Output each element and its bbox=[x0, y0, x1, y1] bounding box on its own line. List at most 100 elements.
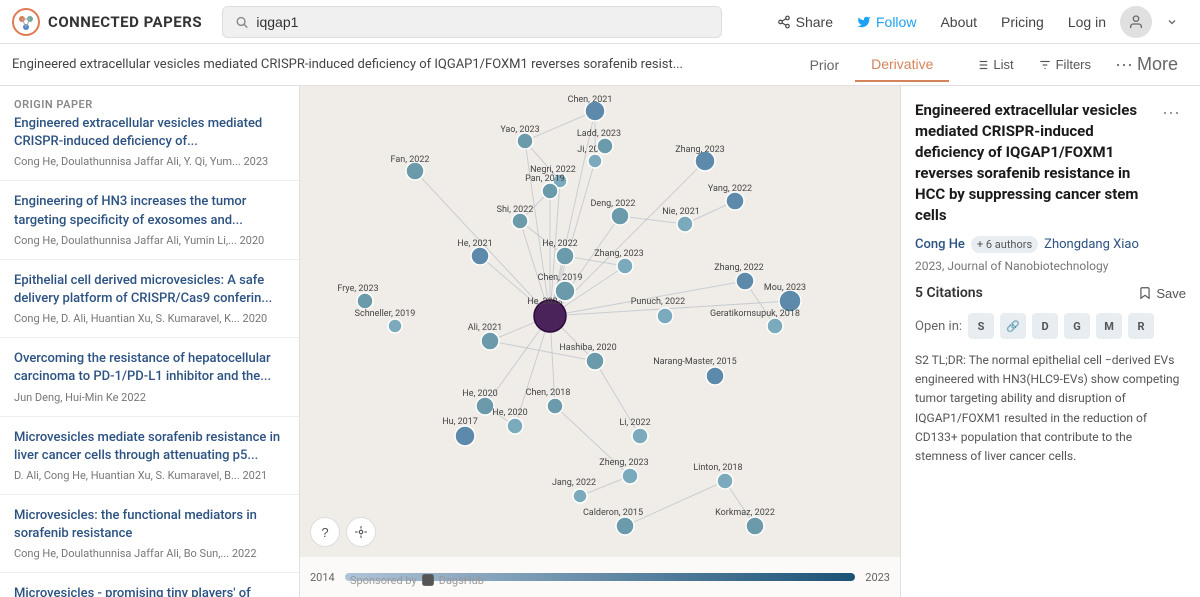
graph-controls: ? bbox=[310, 517, 376, 547]
login-button[interactable]: Log in bbox=[1058, 9, 1116, 35]
graph-node-label: Deng, 2022 bbox=[591, 199, 636, 209]
list-item[interactable]: Microvesicles - promising tiny players' … bbox=[0, 573, 299, 597]
sponsored-text: Sponsored by bbox=[350, 574, 417, 587]
graph-node[interactable]: Shi, 2022 bbox=[497, 205, 534, 229]
graph-node[interactable]: He, 2023 bbox=[527, 297, 566, 332]
graph-node[interactable]: Narang-Master, 2015 bbox=[653, 357, 736, 385]
graph-node-label: Chen, 2019 bbox=[538, 273, 583, 283]
paper-detail-title: Engineered extracellular vesicles mediat… bbox=[915, 100, 1156, 226]
search-input[interactable] bbox=[256, 14, 709, 30]
graph-node-label: Korkmaz, 2022 bbox=[715, 508, 775, 518]
share-button[interactable]: Share bbox=[767, 9, 843, 35]
about-label: About bbox=[940, 14, 977, 30]
graph-node[interactable]: Yang, 2022 bbox=[708, 184, 752, 210]
tab-derivative[interactable]: Derivative bbox=[855, 48, 949, 82]
paper-authors: D. Ali, Cong He, Huantian Xu, S. Kumarav… bbox=[14, 469, 285, 482]
list-label: List bbox=[993, 57, 1013, 72]
graph-node[interactable]: Deng, 2022 bbox=[591, 199, 636, 225]
open-in-semantic-scholar[interactable]: S bbox=[968, 313, 994, 339]
user-avatar-button[interactable] bbox=[1120, 6, 1152, 38]
graph-node-label: Chen, 2018 bbox=[526, 388, 571, 398]
locate-icon bbox=[354, 525, 368, 539]
follow-label: Follow bbox=[876, 14, 916, 30]
graph-node[interactable]: He, 2022 bbox=[542, 239, 577, 265]
graph-node[interactable]: Korkmaz, 2022 bbox=[715, 508, 775, 535]
locate-button[interactable] bbox=[346, 517, 376, 547]
list-item[interactable]: Epithelial cell derived microvesicles: A… bbox=[0, 260, 299, 338]
center-panel[interactable]: He, 2023Chen, 2021Yao, 2023Ji, 2023Fan, … bbox=[300, 86, 900, 597]
filters-icon bbox=[1038, 58, 1052, 72]
open-in-google-scholar[interactable]: G bbox=[1064, 313, 1090, 339]
graph-node[interactable]: Zhang, 2023 bbox=[675, 145, 725, 171]
list-item[interactable]: Engineering of HN3 increases the tumor t… bbox=[0, 181, 299, 259]
open-in-doi[interactable]: D bbox=[1032, 313, 1058, 339]
list-button[interactable]: List bbox=[965, 51, 1023, 78]
graph-node[interactable]: Fan, 2022 bbox=[391, 155, 430, 180]
pricing-label: Pricing bbox=[1001, 14, 1044, 30]
about-button[interactable]: About bbox=[930, 9, 987, 35]
user-menu-chevron[interactable] bbox=[1156, 11, 1188, 33]
graph-node[interactable]: Mou, 2023 bbox=[764, 283, 806, 312]
graph-node-label: Jang, 2022 bbox=[552, 478, 596, 488]
more-button[interactable]: ··· More bbox=[1105, 48, 1188, 81]
paper-year: 2023 bbox=[915, 259, 942, 273]
graph-area[interactable]: He, 2023Chen, 2021Yao, 2023Ji, 2023Fan, … bbox=[300, 86, 900, 597]
follow-button[interactable]: Follow bbox=[847, 9, 926, 35]
save-button[interactable]: Save bbox=[1138, 286, 1186, 301]
search-bar[interactable] bbox=[222, 6, 722, 38]
toolbar-buttons: List Filters ··· More bbox=[965, 48, 1188, 81]
graph-node-label: Punuch, 2022 bbox=[631, 297, 685, 307]
graph-node-label: Zhang, 2023 bbox=[594, 249, 644, 259]
graph-node[interactable]: Hu, 2017 bbox=[442, 417, 478, 446]
graph-node[interactable]: Hashiba, 2020 bbox=[559, 343, 616, 370]
list-item[interactable]: Microvesicles: the functional mediators … bbox=[0, 495, 299, 573]
graph-node[interactable]: Li, 2022 bbox=[619, 418, 650, 444]
graph-node[interactable]: Zheng, 2023 bbox=[599, 458, 648, 484]
nav-tabs: Prior Derivative bbox=[794, 48, 950, 82]
list-item[interactable]: Origin paperEngineered extracellular ves… bbox=[0, 86, 299, 181]
list-icon bbox=[975, 58, 989, 72]
list-item[interactable]: Microvesicles mediate sorafenib resistan… bbox=[0, 417, 299, 495]
graph-node[interactable]: Geratikornsupuk, 2018 bbox=[710, 309, 800, 334]
graph-node[interactable]: Zhang, 2023 bbox=[594, 249, 644, 274]
header-actions: Share Follow About Pricing Log in bbox=[767, 6, 1188, 38]
graph-node[interactable]: Zhang, 2022 bbox=[714, 263, 764, 290]
graph-node[interactable]: Chen, 2018 bbox=[526, 388, 571, 414]
list-item[interactable]: Overcoming the resistance of hepatocellu… bbox=[0, 338, 299, 416]
open-in-research[interactable]: R bbox=[1128, 313, 1154, 339]
graph-node-label: Frye, 2023 bbox=[337, 284, 378, 294]
graph-node-label: Yao, 2023 bbox=[500, 125, 539, 135]
graph-node-label: Zhang, 2022 bbox=[714, 263, 764, 273]
graph-node-label: Chen, 2021 bbox=[568, 95, 613, 105]
graph-node[interactable]: Frye, 2023 bbox=[337, 284, 378, 309]
paper-authors: Cong He, Doulathunnisa Jaffar Ali, Y. Qi… bbox=[14, 155, 285, 168]
graph-node-label: Mou, 2023 bbox=[764, 283, 806, 293]
graph-node-label: Hu, 2017 bbox=[442, 417, 478, 427]
graph-node-label: Nie, 2021 bbox=[662, 207, 700, 217]
graph-node[interactable]: Linton, 2018 bbox=[693, 463, 742, 489]
open-in-link[interactable]: 🔗 bbox=[1000, 313, 1026, 339]
graph-node-label: Li, 2022 bbox=[619, 418, 650, 428]
graph-node[interactable]: Schneller, 2019 bbox=[355, 309, 416, 333]
graph-node-label: Ali, 2021 bbox=[468, 323, 502, 333]
filters-button[interactable]: Filters bbox=[1028, 51, 1101, 78]
paper-options-button[interactable]: ··· bbox=[1156, 100, 1186, 125]
logo-area: CONNECTED PAPERS bbox=[12, 8, 222, 36]
chevron-down-icon bbox=[1166, 16, 1178, 28]
main-layout: Origin paperEngineered extracellular ves… bbox=[0, 86, 1200, 597]
graph-node-label: Schneller, 2019 bbox=[355, 309, 416, 319]
graph-node[interactable]: He, 2021 bbox=[457, 239, 492, 265]
pricing-button[interactable]: Pricing bbox=[991, 9, 1054, 35]
twitter-icon bbox=[857, 15, 871, 29]
author-link[interactable]: Zhongdang Xiao bbox=[1044, 237, 1139, 252]
logo-text: CONNECTED PAPERS bbox=[48, 13, 202, 31]
open-in-map[interactable]: M bbox=[1096, 313, 1122, 339]
graph-node[interactable]: Chen, 2021 bbox=[568, 95, 613, 121]
graph-node[interactable]: Jang, 2022 bbox=[552, 478, 596, 503]
graph-node[interactable]: Ali, 2021 bbox=[468, 323, 502, 350]
graph-node-label: Narang-Master, 2015 bbox=[653, 357, 736, 367]
graph-node[interactable]: He, 2020 bbox=[492, 408, 527, 434]
help-button[interactable]: ? bbox=[310, 517, 340, 547]
graph-node-label: He, 2020 bbox=[492, 408, 527, 418]
tab-prior[interactable]: Prior bbox=[794, 48, 856, 82]
